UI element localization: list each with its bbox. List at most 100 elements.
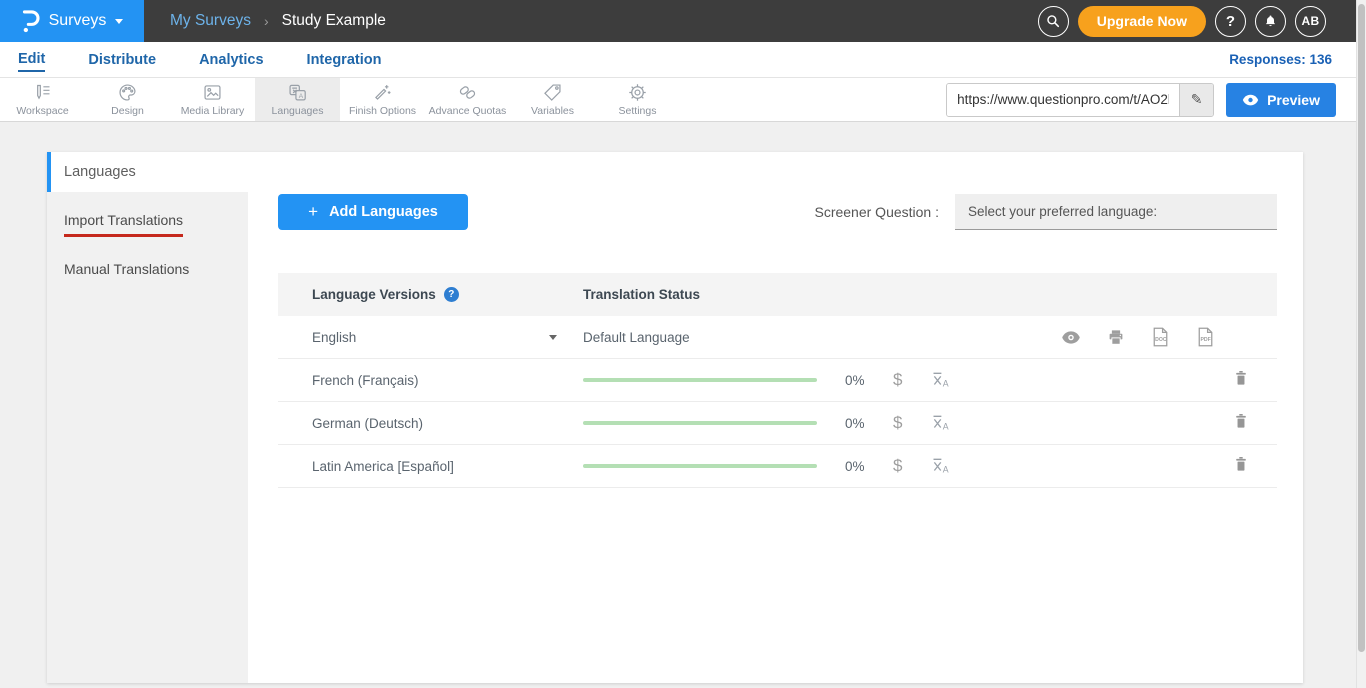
auto-translate-icon[interactable]: A (930, 456, 951, 477)
finish-options-wand-icon (372, 82, 393, 103)
questionpro-logo-icon (21, 8, 40, 34)
languages-panel: Languages Import Translations Manual Tra… (47, 152, 1303, 683)
edit-toolbar: Workspace Design Media Library A (0, 78, 1356, 122)
print-icon[interactable] (1107, 329, 1125, 346)
product-switcher[interactable]: Surveys (0, 0, 144, 42)
caret-down-icon (115, 19, 123, 24)
language-name: French (Français) (312, 373, 419, 388)
svg-text:A: A (943, 464, 949, 474)
edit-url-button[interactable]: ✎ (1179, 84, 1213, 116)
screener-question-label: Screener Question : (814, 204, 939, 220)
auto-translate-icon[interactable]: A (930, 370, 951, 391)
help-button[interactable]: ? (1215, 6, 1246, 37)
svg-text:A: A (943, 421, 949, 431)
toolbar-item-variables[interactable]: Variables (510, 78, 595, 121)
toolbar-item-languages[interactable]: A Languages (255, 78, 340, 121)
languages-table: Language Versions ? Translation Status E… (278, 273, 1277, 488)
paid-translation-icon[interactable]: $ (893, 413, 902, 433)
column-translation-status: Translation Status (583, 287, 700, 302)
table-row-language: German (Deutsch) 0% $ A (278, 402, 1277, 445)
add-languages-button[interactable]: + Add Languages (278, 194, 468, 230)
breadcrumb-my-surveys[interactable]: My Surveys (170, 12, 251, 30)
toolbar-item-finish-options[interactable]: Finish Options (340, 78, 425, 121)
design-palette-icon (117, 82, 138, 103)
sidebar-item-manual-translations[interactable]: Manual Translations (47, 249, 248, 289)
top-actions: Upgrade Now ? AB (1038, 6, 1326, 37)
languages-icon: A (287, 82, 308, 103)
delete-language-icon[interactable] (1233, 369, 1249, 391)
account-avatar[interactable]: AB (1295, 6, 1326, 37)
export-doc-icon[interactable]: DOC (1151, 327, 1170, 347)
translation-percent: 0% (845, 416, 869, 431)
export-pdf-icon[interactable]: PDF (1196, 327, 1215, 347)
translation-percent: 0% (845, 459, 869, 474)
table-row-default-language: English Default Language (278, 316, 1277, 359)
top-bar: Surveys My Surveys › Study Example Upgra… (0, 0, 1356, 42)
breadcrumb-current-survey: Study Example (282, 12, 386, 30)
advance-quotas-links-icon (457, 82, 478, 103)
toolbar-item-settings[interactable]: Settings (595, 78, 680, 121)
media-library-icon (202, 82, 223, 103)
survey-url-box: ✎ (946, 83, 1214, 117)
bell-icon (1263, 13, 1278, 29)
variables-tag-icon (542, 82, 563, 103)
search-button[interactable] (1038, 6, 1069, 37)
tab-integration[interactable]: Integration (307, 48, 382, 71)
panel-sidebar: Import Translations Manual Translations (47, 192, 248, 683)
toolbar-item-workspace[interactable]: Workspace (0, 78, 85, 121)
question-mark-icon: ? (1226, 13, 1235, 30)
pencil-icon: ✎ (1191, 91, 1203, 108)
scrollbar-thumb[interactable] (1358, 4, 1365, 652)
default-language-dropdown[interactable]: English (278, 330, 583, 345)
svg-text:PDF: PDF (1201, 337, 1211, 343)
vertical-scrollbar (1356, 0, 1366, 688)
panel-content: + Add Languages Screener Question : Sele… (248, 192, 1303, 683)
language-name: Latin America [Español] (312, 459, 454, 474)
plus-icon: + (308, 202, 318, 222)
paid-translation-icon[interactable]: $ (893, 370, 902, 390)
sidebar-item-import-translations[interactable]: Import Translations (47, 200, 248, 249)
svg-text:DOC: DOC (1155, 337, 1167, 343)
nav-tabs: Edit Distribute Analytics Integration (0, 42, 381, 77)
screener-question: Screener Question : Select your preferre… (814, 194, 1277, 230)
tab-analytics[interactable]: Analytics (199, 48, 263, 71)
toolbar-items: Workspace Design Media Library A (0, 78, 680, 121)
table-row-language: French (Français) 0% $ A (278, 359, 1277, 402)
column-language-versions: Language Versions (312, 287, 436, 302)
toolbar-item-advance-quotas[interactable]: Advance Quotas (425, 78, 510, 121)
screener-question-select[interactable]: Select your preferred language: (955, 194, 1277, 230)
help-tooltip-icon[interactable]: ? (444, 287, 459, 302)
toolbar-item-design[interactable]: Design (85, 78, 170, 121)
survey-nav-bar: Edit Distribute Analytics Integration Re… (0, 42, 1356, 78)
page-background: Languages Import Translations Manual Tra… (0, 122, 1356, 688)
avatar-initials: AB (1302, 14, 1320, 28)
tab-distribute[interactable]: Distribute (88, 48, 156, 71)
toolbar-item-media-library[interactable]: Media Library (170, 78, 255, 121)
responses-count-link[interactable]: Responses: 136 (1229, 52, 1332, 67)
svg-text:A: A (299, 93, 304, 100)
panel-header: Languages (47, 152, 1303, 192)
auto-translate-icon[interactable]: A (930, 413, 951, 434)
eye-icon (1242, 94, 1259, 106)
translation-percent: 0% (845, 373, 869, 388)
preview-eye-icon[interactable] (1061, 331, 1081, 344)
paid-translation-icon[interactable]: $ (893, 456, 902, 476)
settings-gear-icon (627, 82, 648, 103)
preview-button[interactable]: Preview (1226, 83, 1336, 117)
toolbar-right: ✎ Preview (946, 83, 1336, 117)
panel-title: Languages (51, 164, 136, 180)
tab-edit[interactable]: Edit (18, 47, 45, 72)
brand-label: Surveys (49, 12, 107, 30)
translation-progress-bar (583, 378, 817, 382)
caret-down-icon (549, 335, 557, 340)
notifications-button[interactable] (1255, 6, 1286, 37)
workspace-icon (32, 82, 53, 103)
upgrade-now-button[interactable]: Upgrade Now (1078, 6, 1206, 37)
delete-language-icon[interactable] (1233, 455, 1249, 477)
delete-language-icon[interactable] (1233, 412, 1249, 434)
table-header-row: Language Versions ? Translation Status (278, 273, 1277, 316)
survey-url-input[interactable] (947, 84, 1179, 116)
search-icon (1045, 13, 1061, 29)
default-language-status: Default Language (583, 330, 1061, 345)
translation-progress-bar (583, 464, 817, 468)
